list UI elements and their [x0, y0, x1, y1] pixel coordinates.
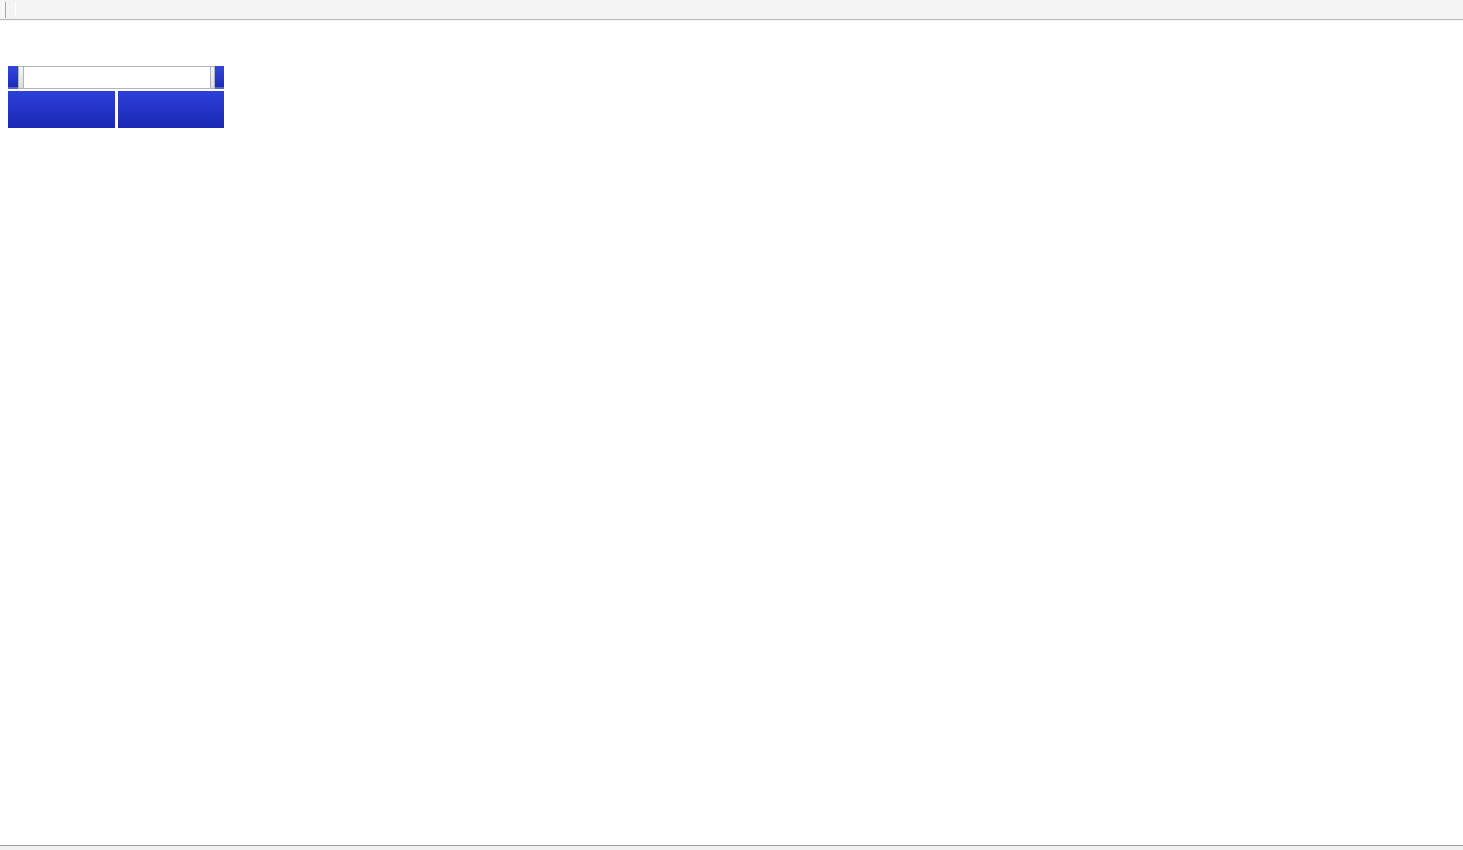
one-click-trading-panel [8, 66, 224, 128]
buy-price-box[interactable] [118, 91, 225, 128]
timeframe-toolbar [0, 0, 1463, 20]
mt4-window [0, 0, 1463, 850]
symbol-tab-bar [0, 845, 1463, 850]
chart-window [0, 21, 1463, 850]
toolbar-separator [15, 2, 16, 17]
volume-input[interactable] [24, 66, 210, 89]
sell-button[interactable] [8, 66, 18, 89]
toolbar-grip[interactable] [2, 2, 6, 18]
sell-price-box[interactable] [8, 91, 115, 128]
buy-button[interactable] [215, 66, 224, 89]
chart-canvas[interactable] [0, 22, 1463, 850]
